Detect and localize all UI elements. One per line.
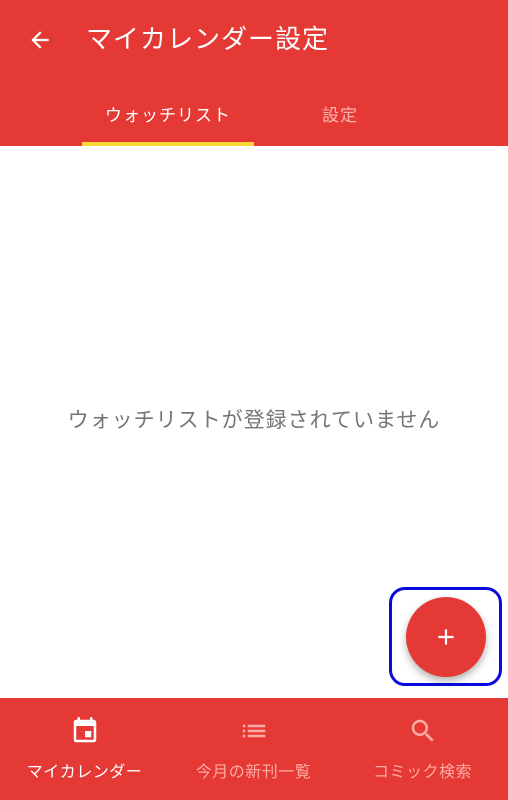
nav-label-monthly-releases: 今月の新刊一覧 [195,762,312,781]
nav-item-comic-search[interactable]: コミック検索 [338,698,507,800]
add-watchlist-button[interactable] [406,597,486,677]
list-icon [239,716,269,746]
bottom-navigation: マイカレンダー 今月の新刊一覧 コミック検索 [0,698,508,800]
arrow-back-icon [31,31,49,49]
nav-item-my-calendar[interactable]: マイカレンダー [0,698,169,800]
tab-watchlist[interactable]: ウォッチリスト [82,80,254,146]
nav-item-monthly-releases[interactable]: 今月の新刊一覧 [169,698,338,800]
tab-watchlist-label: ウォッチリスト [105,105,231,126]
tab-settings-label: 設定 [322,105,358,126]
calendar-icon [70,716,100,746]
plus-icon [438,629,454,645]
nav-label-comic-search: コミック検索 [372,762,472,781]
search-icon [408,716,438,746]
tab-settings[interactable]: 設定 [280,80,400,146]
empty-state-message: ウォッチリストが登録されていません [67,408,441,432]
tab-bar: ウォッチリスト 設定 [0,80,508,146]
back-button[interactable] [20,22,60,58]
app-bar: マイカレンダー設定 ウォッチリスト 設定 [0,0,508,146]
tab-indicator [82,142,254,146]
nav-label-my-calendar: マイカレンダー [26,762,143,781]
page-title: マイカレンダー設定 [86,25,330,55]
